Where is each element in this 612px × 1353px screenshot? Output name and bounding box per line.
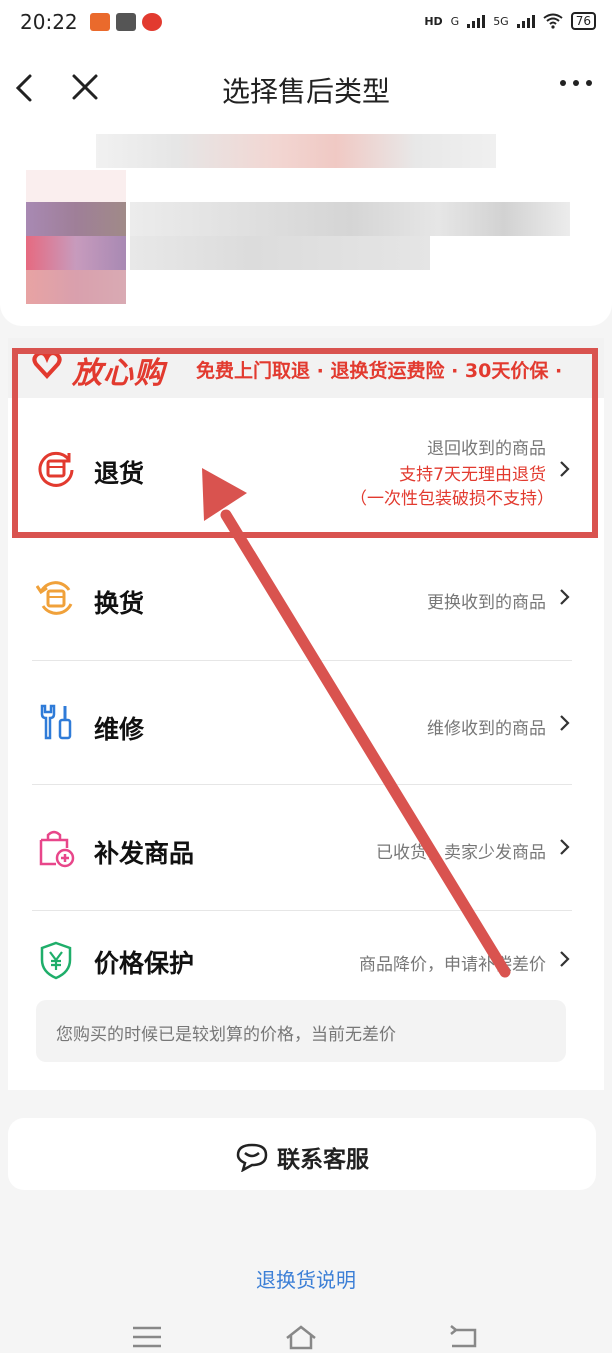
option-label: 补发商品 [94,839,195,868]
option-description: 商品降价，申请补偿差价 [359,955,546,975]
chevron-right-icon [560,839,570,855]
option-label: 维修 [94,715,145,744]
option-price-protect[interactable]: 价格保护 商品降价，申请补偿差价 [32,910,572,994]
home-icon[interactable] [284,1324,318,1350]
notification-icons [90,13,162,31]
option-description: 已收货，卖家少发商品 [376,843,546,863]
battery-icon: 76 [570,12,596,30]
chevron-right-icon [560,589,570,605]
system-nav-bar [0,1318,612,1353]
after-sale-options-card: 放心购 免费上门取退 · 退换货运费险 · 30天价保 · 退货 退回收到的商品… [8,338,604,1090]
app-notification-icon [90,13,110,31]
worry-free-benefits: 免费上门取退 · 退换货运费险 · 30天价保 · [196,360,563,382]
option-description: 维修收到的商品 [427,719,546,739]
signal-label-1: G [450,14,460,28]
hd-indicator: HD [424,14,443,28]
page-title: 选择售后类型 [221,75,390,108]
option-label: 退货 [94,459,145,488]
map-app-icon [142,13,162,31]
return-exchange-explanation-link[interactable]: 退换货说明 [0,1264,612,1293]
option-exchange[interactable]: 换货 更换收到的商品 [32,534,572,658]
signal-label-2: 5G [493,14,509,28]
option-reissue[interactable]: 补发商品 已收货，卖家少发商品 [32,784,572,910]
option-return[interactable]: 退货 退回收到的商品 支持7天无理由退货 （一次性包装破损不支持） [32,398,572,528]
heart-icon [32,351,62,379]
status-indicators: HD G 5G 76 [424,12,596,30]
option-promo: 支持7天无理由退货 [399,465,546,485]
price-note-text: 您购买的时候已是较划算的价格，当前无差价 [56,1025,396,1045]
contact-service-label: 联系客服 [277,1147,369,1173]
chevron-right-icon [560,715,570,731]
exchange-icon [36,581,73,615]
contact-service-button[interactable]: 联系客服 [8,1118,596,1190]
more-options-icon[interactable] [560,80,592,86]
signal-icon [467,14,486,28]
status-bar: 20:22 HD G 5G 76 [0,0,612,50]
chat-bubble-icon [236,1143,268,1172]
option-label: 价格保护 [94,949,195,978]
signal-5g-icon [516,14,535,28]
status-time: 20:22 [20,10,78,34]
worry-free-brand: 放心购 [72,356,165,391]
system-back-icon[interactable] [446,1324,480,1350]
repair-icon [40,704,72,740]
price-protect-icon [40,941,72,980]
menu-icon[interactable] [130,1324,164,1350]
product-card-blurred [0,126,612,326]
return-icon [38,451,74,487]
nav-bar: 选择售后类型 [0,50,612,126]
option-repair[interactable]: 维修 维修收到的商品 [32,660,572,784]
option-label: 换货 [94,589,145,618]
worry-free-banner: 放心购 免费上门取退 · 退换货运费险 · 30天价保 · [8,338,604,398]
reissue-icon [39,830,75,868]
chevron-right-icon [560,461,570,477]
price-note-box: 您购买的时候已是较划算的价格，当前无差价 [36,1000,566,1062]
option-description: 退回收到的商品 [427,439,546,459]
news-app-icon [116,13,136,31]
option-description: 更换收到的商品 [427,593,546,613]
option-promo-note: （一次性包装破损不支持） [350,489,554,509]
chevron-right-icon [560,951,570,967]
wifi-icon [543,13,563,29]
